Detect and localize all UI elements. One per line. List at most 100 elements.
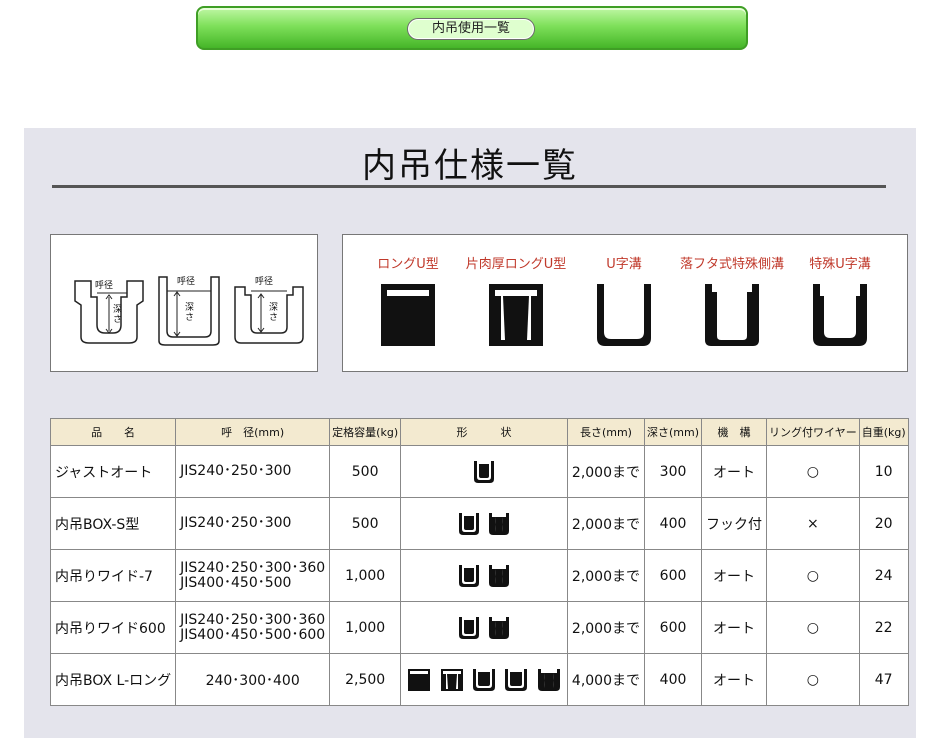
- header-depth: 深さ(mm): [644, 418, 703, 446]
- header-length: 長さ(mm): [566, 418, 646, 446]
- length-cell: 2,000まで: [566, 549, 646, 602]
- u-groove-icon: [458, 512, 479, 535]
- u-groove-icon: [474, 460, 495, 483]
- shape-half-long-u: 片肉厚ロングU型: [461, 253, 571, 348]
- length-cell: 2,000まで: [566, 601, 646, 654]
- bore-line: 240･300･400: [205, 672, 300, 689]
- mechanism-cell: オート: [701, 549, 768, 602]
- depth-label: 深さ: [113, 305, 123, 325]
- long-u-icon: [408, 668, 431, 691]
- tapered-u-icon: [489, 512, 510, 535]
- page-title: 内吊仕様一覧: [362, 146, 578, 186]
- dimension-diagram-1: 呼径 深さ: [71, 271, 147, 347]
- bore-cell: JIS240･250･300･360 JIS400･450･500: [175, 549, 331, 602]
- bore-label: 呼径: [177, 277, 196, 287]
- shape-cell: [400, 445, 568, 498]
- weight-cell: 22: [858, 601, 909, 654]
- bore-line: JIS240･250･300･360: [180, 559, 326, 576]
- ring-wire-cell: ○: [766, 653, 860, 706]
- weight-cell: 20: [858, 497, 909, 550]
- shape-cell: [400, 549, 568, 602]
- table-header-row: 品 名 呼 径(mm) 定格容量(kg) 形 状 長さ(mm) 深さ(mm) 機…: [49, 418, 909, 446]
- shape-u-groove: U字溝: [569, 253, 679, 348]
- bore-cell: JIS240･250･300･360 JIS400･450･500･600: [175, 601, 331, 654]
- u-groove-icon: [458, 564, 479, 587]
- shape-cell: [400, 653, 568, 706]
- shape-name: ロングU型: [377, 257, 439, 272]
- mechanism-cell: オート: [701, 445, 768, 498]
- header-name: 品 名: [49, 418, 177, 446]
- header-mechanism: 機 構: [701, 418, 768, 446]
- product-name: 内吊りワイド600: [49, 601, 177, 654]
- bore-cell: 240･300･400: [175, 653, 331, 706]
- shape-name: U字溝: [606, 257, 642, 272]
- shape-cell: [400, 497, 568, 550]
- spec-table: 品 名 呼 径(mm) 定格容量(kg) 形 状 長さ(mm) 深さ(mm) 機…: [49, 418, 909, 706]
- product-name: 内吊りワイド-7: [49, 549, 177, 602]
- length-cell: 2,000まで: [566, 497, 646, 550]
- ring-wire-cell: ○: [766, 445, 860, 498]
- bore-line-2: JIS400･450･500: [180, 574, 292, 591]
- top-banner: 内吊使用一覧: [196, 6, 748, 50]
- depth-cell: 400: [644, 653, 703, 706]
- depth-label: 深さ: [185, 303, 195, 323]
- bore-cell: JIS240･250･300: [175, 445, 331, 498]
- depth-cell: 300: [644, 445, 703, 498]
- table-row: 内吊りワイド600 JIS240･250･300･360 JIS400･450･…: [49, 601, 909, 654]
- bore-label: 呼径: [255, 277, 274, 287]
- mechanism-cell: オート: [701, 653, 768, 706]
- shape-cell: [400, 601, 568, 654]
- header-bore: 呼 径(mm): [175, 418, 331, 446]
- capacity-cell: 500: [329, 445, 402, 498]
- length-cell: 2,000まで: [566, 445, 646, 498]
- shape-special-side: 落フタ式特殊側溝: [677, 253, 787, 348]
- product-name: ジャストオート: [49, 445, 177, 498]
- product-name: 内吊BOX-S型: [49, 497, 177, 550]
- special-u-icon: [813, 284, 867, 346]
- header-weight: 自重(kg): [858, 418, 909, 446]
- u-groove-icon: [473, 668, 496, 691]
- ring-wire-cell: ○: [766, 549, 860, 602]
- capacity-cell: 1,000: [329, 601, 402, 654]
- mechanism-cell: オート: [701, 601, 768, 654]
- header-shape: 形 状: [400, 418, 568, 446]
- header-ring-wire: リング付ワイヤー: [766, 418, 860, 446]
- weight-cell: 10: [858, 445, 909, 498]
- product-name: 内吊BOX L-ロング: [49, 653, 177, 706]
- capacity-cell: 1,000: [329, 549, 402, 602]
- half-long-u-icon: [489, 284, 543, 346]
- bore-label: 呼径: [95, 281, 114, 291]
- dimension-diagram-2: 呼径 深さ: [151, 271, 227, 347]
- ring-wire-cell: ○: [766, 601, 860, 654]
- header-capacity: 定格容量(kg): [329, 418, 402, 446]
- half-long-u-icon: [440, 668, 463, 691]
- depth-label: 深さ: [269, 303, 279, 323]
- table-row: ジャストオート JIS240･250･300 500 2,000まで 300 オ…: [49, 445, 909, 498]
- applicable-shapes-box: ロングU型 片肉厚ロングU型 U字溝 落フタ式特殊側溝 特殊U字溝: [342, 234, 908, 372]
- table-row: 内吊BOX L-ロング 240･300･400 2,500 4,000まで 40…: [49, 653, 909, 706]
- depth-cell: 600: [644, 549, 703, 602]
- shape-long-u: ロングU型: [353, 253, 463, 348]
- banner-label[interactable]: 内吊使用一覧: [407, 18, 535, 40]
- u-groove-icon: [597, 284, 651, 346]
- dimension-diagram-box: 呼径 深さ 呼径 深さ 呼径 深さ: [50, 234, 318, 372]
- spec-panel: 内吊仕様一覧 呼径 深さ 呼径 深さ 呼径 深さ ロングU型 片肉厚ロングU型 …: [24, 128, 916, 738]
- bore-line-2: JIS400･450･500･600: [180, 626, 326, 643]
- bore-line: JIS240･250･300･360: [180, 611, 326, 628]
- mechanism-cell: フック付: [701, 497, 768, 550]
- weight-cell: 24: [858, 549, 909, 602]
- table-row: 内吊りワイド-7 JIS240･250･300･360 JIS400･450･5…: [49, 549, 909, 602]
- weight-cell: 47: [858, 653, 909, 706]
- u-groove-icon: [505, 668, 528, 691]
- bore-line: JIS240･250･300: [180, 463, 292, 479]
- tapered-u-icon: [489, 616, 510, 639]
- table-row: 内吊BOX-S型 JIS240･250･300 500 2,000まで 400 …: [49, 497, 909, 550]
- depth-cell: 600: [644, 601, 703, 654]
- title-divider: [52, 185, 886, 188]
- ring-wire-cell: ×: [766, 497, 860, 550]
- dimension-diagram-3: 呼径 深さ: [231, 271, 307, 347]
- shape-name: 特殊U字溝: [809, 257, 871, 272]
- tapered-u-icon: [489, 564, 510, 587]
- depth-cell: 400: [644, 497, 703, 550]
- shape-name: 落フタ式特殊側溝: [679, 257, 784, 272]
